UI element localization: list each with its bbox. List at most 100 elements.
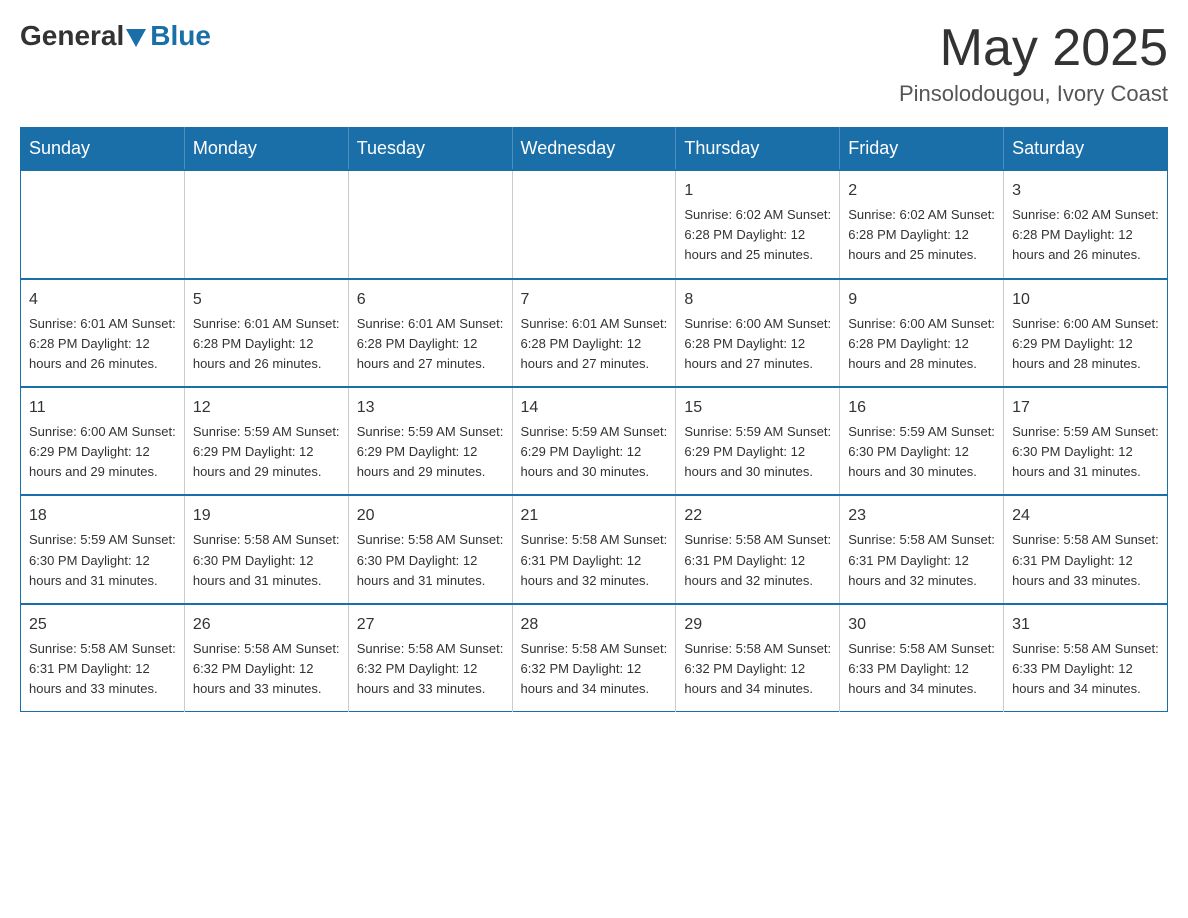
day-number: 14 <box>521 396 668 420</box>
calendar-day-cell: 20Sunrise: 5:58 AM Sunset: 6:30 PM Dayli… <box>348 495 512 603</box>
calendar-week-row: 4Sunrise: 6:01 AM Sunset: 6:28 PM Daylig… <box>21 279 1168 387</box>
day-number: 5 <box>193 288 340 312</box>
calendar-day-cell: 21Sunrise: 5:58 AM Sunset: 6:31 PM Dayli… <box>512 495 676 603</box>
day-number: 9 <box>848 288 995 312</box>
location: Pinsolodougou, Ivory Coast <box>899 81 1168 107</box>
day-info: Sunrise: 5:59 AM Sunset: 6:29 PM Dayligh… <box>521 422 668 482</box>
day-info: Sunrise: 6:00 AM Sunset: 6:28 PM Dayligh… <box>684 314 831 374</box>
calendar-day-cell <box>21 170 185 278</box>
day-number: 18 <box>29 504 176 528</box>
calendar-body: 1Sunrise: 6:02 AM Sunset: 6:28 PM Daylig… <box>21 170 1168 712</box>
day-info: Sunrise: 6:01 AM Sunset: 6:28 PM Dayligh… <box>193 314 340 374</box>
day-info: Sunrise: 5:58 AM Sunset: 6:32 PM Dayligh… <box>684 639 831 699</box>
day-info: Sunrise: 6:01 AM Sunset: 6:28 PM Dayligh… <box>357 314 504 374</box>
calendar-day-cell: 12Sunrise: 5:59 AM Sunset: 6:29 PM Dayli… <box>184 387 348 495</box>
header-friday: Friday <box>840 128 1004 171</box>
calendar-day-cell: 3Sunrise: 6:02 AM Sunset: 6:28 PM Daylig… <box>1004 170 1168 278</box>
day-info: Sunrise: 6:02 AM Sunset: 6:28 PM Dayligh… <box>1012 205 1159 265</box>
day-info: Sunrise: 6:00 AM Sunset: 6:28 PM Dayligh… <box>848 314 995 374</box>
day-info: Sunrise: 5:58 AM Sunset: 6:31 PM Dayligh… <box>848 530 995 590</box>
title-section: May 2025 Pinsolodougou, Ivory Coast <box>899 20 1168 107</box>
day-number: 1 <box>684 179 831 203</box>
day-number: 2 <box>848 179 995 203</box>
day-info: Sunrise: 5:59 AM Sunset: 6:30 PM Dayligh… <box>848 422 995 482</box>
day-info: Sunrise: 5:58 AM Sunset: 6:31 PM Dayligh… <box>521 530 668 590</box>
day-info: Sunrise: 6:00 AM Sunset: 6:29 PM Dayligh… <box>1012 314 1159 374</box>
header-wednesday: Wednesday <box>512 128 676 171</box>
day-number: 17 <box>1012 396 1159 420</box>
day-number: 31 <box>1012 613 1159 637</box>
day-number: 13 <box>357 396 504 420</box>
day-info: Sunrise: 5:58 AM Sunset: 6:31 PM Dayligh… <box>29 639 176 699</box>
calendar-day-cell: 28Sunrise: 5:58 AM Sunset: 6:32 PM Dayli… <box>512 604 676 712</box>
day-number: 24 <box>1012 504 1159 528</box>
day-info: Sunrise: 5:58 AM Sunset: 6:31 PM Dayligh… <box>684 530 831 590</box>
day-number: 7 <box>521 288 668 312</box>
day-info: Sunrise: 6:02 AM Sunset: 6:28 PM Dayligh… <box>848 205 995 265</box>
day-info: Sunrise: 5:58 AM Sunset: 6:32 PM Dayligh… <box>357 639 504 699</box>
calendar-day-cell: 24Sunrise: 5:58 AM Sunset: 6:31 PM Dayli… <box>1004 495 1168 603</box>
day-info: Sunrise: 5:59 AM Sunset: 6:29 PM Dayligh… <box>684 422 831 482</box>
calendar-day-cell: 25Sunrise: 5:58 AM Sunset: 6:31 PM Dayli… <box>21 604 185 712</box>
day-info: Sunrise: 6:01 AM Sunset: 6:28 PM Dayligh… <box>29 314 176 374</box>
day-number: 23 <box>848 504 995 528</box>
header-thursday: Thursday <box>676 128 840 171</box>
day-number: 10 <box>1012 288 1159 312</box>
calendar-day-cell: 23Sunrise: 5:58 AM Sunset: 6:31 PM Dayli… <box>840 495 1004 603</box>
day-info: Sunrise: 6:02 AM Sunset: 6:28 PM Dayligh… <box>684 205 831 265</box>
calendar-day-cell: 16Sunrise: 5:59 AM Sunset: 6:30 PM Dayli… <box>840 387 1004 495</box>
logo-general-text: General <box>20 20 124 52</box>
header-monday: Monday <box>184 128 348 171</box>
calendar-day-cell: 17Sunrise: 5:59 AM Sunset: 6:30 PM Dayli… <box>1004 387 1168 495</box>
calendar-day-cell: 13Sunrise: 5:59 AM Sunset: 6:29 PM Dayli… <box>348 387 512 495</box>
day-number: 27 <box>357 613 504 637</box>
calendar-week-row: 18Sunrise: 5:59 AM Sunset: 6:30 PM Dayli… <box>21 495 1168 603</box>
day-info: Sunrise: 5:58 AM Sunset: 6:32 PM Dayligh… <box>193 639 340 699</box>
calendar-day-cell: 1Sunrise: 6:02 AM Sunset: 6:28 PM Daylig… <box>676 170 840 278</box>
day-number: 8 <box>684 288 831 312</box>
day-info: Sunrise: 6:01 AM Sunset: 6:28 PM Dayligh… <box>521 314 668 374</box>
page-header: General Blue May 2025 Pinsolodougou, Ivo… <box>20 20 1168 107</box>
logo-arrow-icon <box>126 29 146 47</box>
calendar-day-cell: 2Sunrise: 6:02 AM Sunset: 6:28 PM Daylig… <box>840 170 1004 278</box>
day-number: 11 <box>29 396 176 420</box>
day-number: 30 <box>848 613 995 637</box>
calendar-day-cell: 7Sunrise: 6:01 AM Sunset: 6:28 PM Daylig… <box>512 279 676 387</box>
day-info: Sunrise: 6:00 AM Sunset: 6:29 PM Dayligh… <box>29 422 176 482</box>
calendar-day-cell: 5Sunrise: 6:01 AM Sunset: 6:28 PM Daylig… <box>184 279 348 387</box>
day-number: 15 <box>684 396 831 420</box>
day-info: Sunrise: 5:58 AM Sunset: 6:33 PM Dayligh… <box>848 639 995 699</box>
calendar-day-cell: 29Sunrise: 5:58 AM Sunset: 6:32 PM Dayli… <box>676 604 840 712</box>
day-info: Sunrise: 5:58 AM Sunset: 6:31 PM Dayligh… <box>1012 530 1159 590</box>
calendar-day-cell <box>184 170 348 278</box>
calendar-day-cell: 6Sunrise: 6:01 AM Sunset: 6:28 PM Daylig… <box>348 279 512 387</box>
logo-blue-text: Blue <box>150 20 211 52</box>
day-number: 3 <box>1012 179 1159 203</box>
calendar-header: Sunday Monday Tuesday Wednesday Thursday… <box>21 128 1168 171</box>
logo: General Blue <box>20 20 211 52</box>
calendar-day-cell: 8Sunrise: 6:00 AM Sunset: 6:28 PM Daylig… <box>676 279 840 387</box>
header-tuesday: Tuesday <box>348 128 512 171</box>
header-sunday: Sunday <box>21 128 185 171</box>
day-number: 20 <box>357 504 504 528</box>
calendar-week-row: 25Sunrise: 5:58 AM Sunset: 6:31 PM Dayli… <box>21 604 1168 712</box>
day-info: Sunrise: 5:59 AM Sunset: 6:29 PM Dayligh… <box>193 422 340 482</box>
calendar-day-cell: 30Sunrise: 5:58 AM Sunset: 6:33 PM Dayli… <box>840 604 1004 712</box>
day-info: Sunrise: 5:59 AM Sunset: 6:30 PM Dayligh… <box>1012 422 1159 482</box>
day-number: 26 <box>193 613 340 637</box>
calendar-day-cell: 14Sunrise: 5:59 AM Sunset: 6:29 PM Dayli… <box>512 387 676 495</box>
day-number: 12 <box>193 396 340 420</box>
month-title: May 2025 <box>899 20 1168 77</box>
day-info: Sunrise: 5:59 AM Sunset: 6:29 PM Dayligh… <box>357 422 504 482</box>
day-info: Sunrise: 5:58 AM Sunset: 6:30 PM Dayligh… <box>193 530 340 590</box>
calendar-table: Sunday Monday Tuesday Wednesday Thursday… <box>20 127 1168 712</box>
day-info: Sunrise: 5:59 AM Sunset: 6:30 PM Dayligh… <box>29 530 176 590</box>
calendar-day-cell: 31Sunrise: 5:58 AM Sunset: 6:33 PM Dayli… <box>1004 604 1168 712</box>
calendar-day-cell: 27Sunrise: 5:58 AM Sunset: 6:32 PM Dayli… <box>348 604 512 712</box>
calendar-week-row: 1Sunrise: 6:02 AM Sunset: 6:28 PM Daylig… <box>21 170 1168 278</box>
calendar-day-cell: 4Sunrise: 6:01 AM Sunset: 6:28 PM Daylig… <box>21 279 185 387</box>
header-saturday: Saturday <box>1004 128 1168 171</box>
day-number: 16 <box>848 396 995 420</box>
day-number: 4 <box>29 288 176 312</box>
day-number: 28 <box>521 613 668 637</box>
